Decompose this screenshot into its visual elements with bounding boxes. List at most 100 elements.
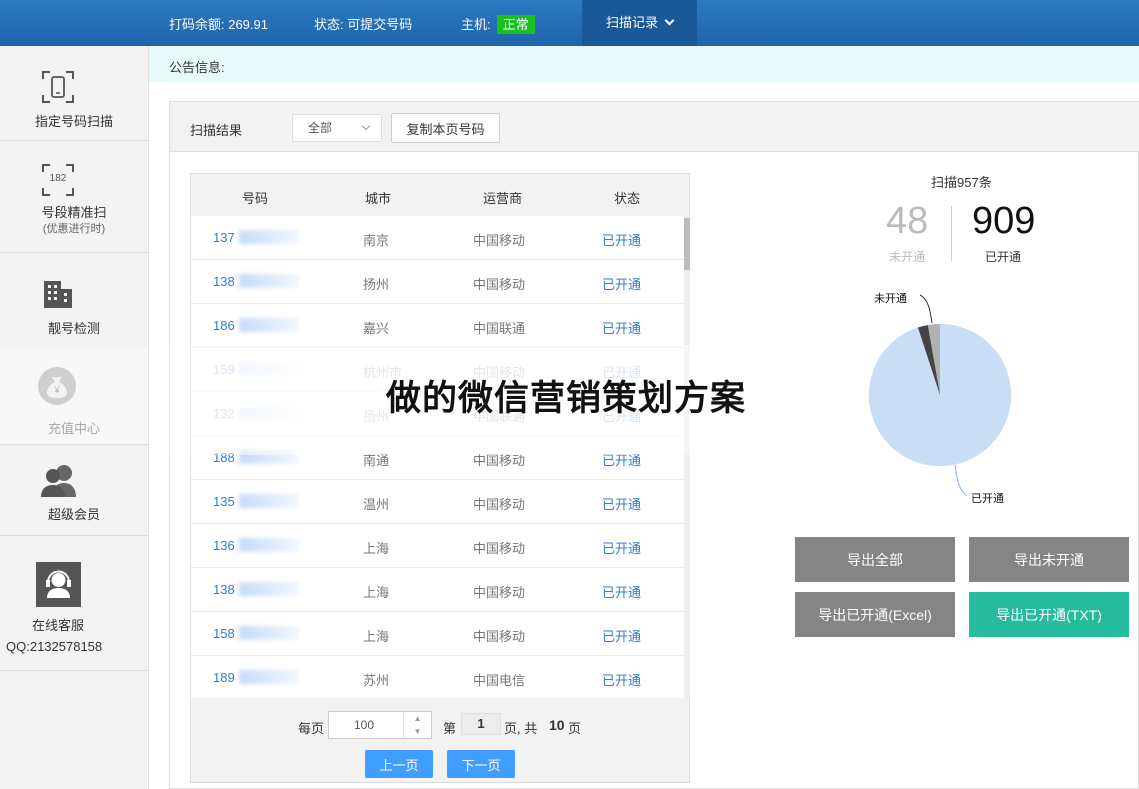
customer-service-icon [36, 562, 81, 607]
sidebar-item-label: 指定号码扫描 [34, 114, 113, 129]
phone-number[interactable]: 189 [213, 670, 235, 685]
scan-records-menu[interactable]: 扫描记录 [582, 0, 697, 46]
operator-cell: 中国移动 [473, 541, 526, 556]
chevron-up-icon[interactable]: ▲ [404, 712, 431, 725]
active-count: 909 [972, 200, 1036, 242]
notice-bar: 公告信息: [149, 46, 1139, 82]
panel-title: 扫描结果 [190, 123, 243, 138]
masked-number [239, 494, 299, 508]
masked-number [239, 538, 299, 552]
phone-number[interactable]: 137 [213, 230, 235, 245]
phone-number[interactable]: 135 [213, 494, 235, 509]
users-icon [41, 465, 76, 497]
status-pie-chart [869, 294, 1011, 497]
sidebar-item-assign-scan[interactable]: 指定号码扫描 [0, 46, 148, 141]
masked-number [239, 582, 299, 596]
inactive-count: 48 [886, 200, 929, 242]
filter-value: 全部 [308, 121, 333, 135]
table-header: 号码 城市 运营商 状态 [191, 174, 689, 216]
phone-scan-icon [42, 71, 74, 103]
pie-label-active: 已开通 [971, 493, 1004, 505]
city-cell: 温州 [363, 497, 390, 512]
copy-page-numbers-button[interactable]: 复制本页号码 [391, 113, 500, 143]
city-cell: 南京 [363, 233, 390, 248]
prev-page-button[interactable]: 上一页 [365, 750, 433, 778]
current-page-input[interactable]: 1 [461, 713, 501, 735]
balance-text: 打码余额: 269.91 [169, 17, 268, 32]
column-header-operator: 运营商 [483, 191, 523, 206]
export-all-button[interactable]: 导出全部 [795, 537, 955, 582]
status-cell: 已开通 [602, 541, 642, 556]
status-text: 状态: 可提交号码 [314, 17, 413, 32]
table-row[interactable]: 158 上海 中国移动 已开通 [191, 612, 684, 656]
table-scrollbar[interactable] [684, 216, 690, 698]
phone-number[interactable]: 138 [213, 582, 235, 597]
chevron-down-icon [361, 121, 371, 131]
host-status-badge: 正常 [496, 15, 535, 34]
filter-select[interactable]: 全部 [292, 114, 382, 142]
active-label: 已开通 [985, 250, 1022, 264]
table-row[interactable]: 186 嘉兴 中国联通 已开通 [191, 304, 684, 348]
per-page-value: 100 [354, 718, 375, 732]
masked-number [239, 318, 299, 332]
total-suffix: 页 [568, 721, 582, 736]
status-cell: 已开通 [602, 629, 642, 644]
operator-cell: 中国移动 [473, 497, 526, 512]
operator-cell: 中国电信 [473, 673, 526, 688]
sidebar-item-vip[interactable]: 超级会员 [0, 445, 148, 536]
city-cell: 嘉兴 [363, 321, 390, 336]
total-pages: 10 [549, 717, 565, 733]
qq-number: QQ:2132578158 [6, 639, 103, 654]
status-cell: 已开通 [602, 497, 642, 512]
segment-icon-text: 182 [49, 173, 67, 184]
table-row[interactable]: 189 苏州 中国电信 已开通 [191, 656, 684, 698]
pie-label-inactive: 未开通 [874, 293, 907, 305]
masked-number [239, 230, 299, 244]
top-bar: 打码余额: 269.91 状态: 可提交号码 主机: 正常 扫描记录 [0, 0, 1139, 46]
table-row[interactable]: 138 扬州 中国移动 已开通 [191, 260, 684, 304]
status-cell: 已开通 [602, 277, 642, 292]
export-active-excel-button[interactable]: 导出已开通(Excel) [795, 592, 955, 637]
per-page-stepper[interactable]: ▲ ▼ [403, 712, 431, 738]
export-inactive-button[interactable]: 导出未开通 [969, 537, 1129, 582]
status-cell: 已开通 [602, 673, 642, 688]
chevron-down-icon[interactable]: ▼ [404, 725, 431, 738]
phone-number[interactable]: 136 [213, 538, 235, 553]
table-row[interactable]: 138 上海 中国移动 已开通 [191, 568, 684, 612]
host-label: 主机: [461, 17, 491, 32]
status-cell: 已开通 [602, 321, 642, 336]
sidebar-item-recharge[interactable]: ¥ 充值中心 [0, 349, 148, 445]
sidebar: 指定号码扫描 182 号段精准扫 (优惠进行时) 靓号检测 ¥ 充值中心 超级会… [0, 46, 149, 789]
column-header-number: 号码 [242, 191, 269, 206]
operator-cell: 中国移动 [473, 233, 526, 248]
table-row[interactable]: 137 南京 中国移动 已开通 [191, 216, 684, 260]
result-table: 号码 城市 运营商 状态 137 南京 中国移动 已开通 138 扬州 中国移动 已开通 186… [190, 173, 690, 783]
phone-number[interactable]: 138 [213, 274, 235, 289]
host-status: 主机: 正常 [461, 14, 535, 34]
city-cell: 上海 [363, 585, 390, 600]
next-page-button[interactable]: 下一页 [447, 750, 515, 778]
phone-number[interactable]: 158 [213, 626, 235, 641]
masked-number [239, 626, 299, 640]
sidebar-item-label: 靓号检测 [47, 321, 100, 336]
table-body[interactable]: 137 南京 中国移动 已开通 138 扬州 中国移动 已开通 186 嘉兴 中国联通 已开通 159 杭… [191, 216, 684, 698]
scrollbar-thumb[interactable] [684, 218, 690, 270]
table-row[interactable]: 136 上海 中国移动 已开通 [191, 524, 684, 568]
per-page-label: 每页 [298, 721, 325, 736]
phone-number[interactable]: 186 [213, 318, 235, 333]
sidebar-item-segment-scan[interactable]: 182 号段精准扫 (优惠进行时) [0, 141, 148, 253]
operator-cell: 中国移动 [473, 629, 526, 644]
panel-header: 扫描结果 全部 复制本页号码 [170, 102, 1139, 152]
pie-leader-inactive [919, 294, 933, 324]
watermark-text: 做的微信营销策划方案 [386, 379, 747, 419]
table-row[interactable]: 135 温州 中国移动 已开通 [191, 480, 684, 524]
scan-records-label: 扫描记录 [605, 15, 658, 30]
status-cell: 已开通 [602, 585, 642, 600]
sidebar-item-number-check[interactable]: 靓号检测 [0, 253, 148, 349]
per-page-input[interactable]: 100 ▲ ▼ [328, 711, 432, 739]
sidebar-item-support[interactable]: 在线客服 QQ:2132578158 [0, 536, 148, 671]
export-active-txt-button[interactable]: 导出已开通(TXT) [969, 592, 1129, 637]
status-cell: 已开通 [602, 233, 642, 248]
sidebar-item-label: 在线客服 [31, 618, 84, 633]
chevron-down-icon [664, 15, 675, 26]
